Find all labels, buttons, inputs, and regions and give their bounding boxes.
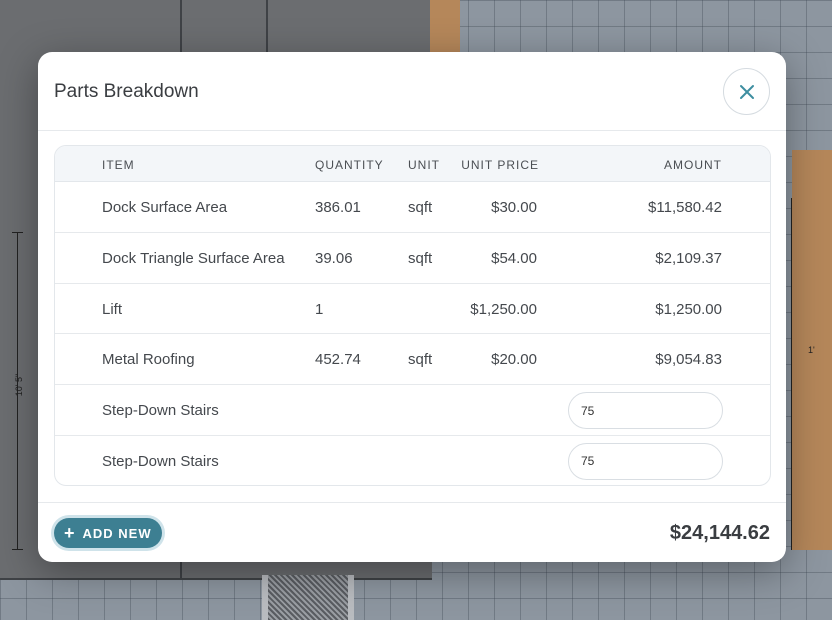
column-header-amount: AMOUNT (664, 158, 722, 172)
table-header-row: ITEM QUANTITY UNIT UNIT PRICE AMOUNT (55, 146, 770, 182)
plan-grate (262, 575, 354, 620)
dimension-line-right (791, 198, 792, 550)
add-new-label: ADD NEW (82, 525, 152, 541)
cell-unit-price: $54.00 (491, 249, 537, 267)
plus-icon: + (64, 523, 75, 543)
close-button[interactable] (723, 68, 770, 115)
parts-breakdown-modal: Parts Breakdown ITEM QUANTITY UNIT UNIT … (38, 52, 786, 562)
table-row: Dock Triangle Surface Area 39.06 sqft $5… (55, 233, 770, 284)
cell-unit: sqft (408, 199, 433, 216)
cell-unit-price: $1,250.00 (470, 300, 537, 318)
cell-item: Step-Down Stairs (102, 402, 219, 420)
cell-item: Lift (102, 300, 123, 318)
add-new-button[interactable]: + ADD NEW (54, 518, 162, 548)
cell-item: Dock Triangle Surface Area (102, 249, 285, 267)
plan-wood-section (430, 0, 460, 60)
cell-quantity: 452.74 (315, 351, 361, 369)
column-header-quantity: QUANTITY (315, 158, 384, 172)
cell-item: Step-Down Stairs (102, 452, 219, 470)
table-row: Metal Roofing 452.74 sqft $20.00 $9,054.… (55, 334, 770, 386)
cell-quantity: 1 (315, 300, 324, 318)
column-header-unit: UNIT (408, 158, 440, 172)
cell-unit-price: $20.00 (491, 351, 537, 369)
total-amount: $24,144.62 (669, 522, 770, 544)
cell-quantity: 39.06 (315, 249, 353, 267)
modal-title: Parts Breakdown (54, 81, 199, 102)
cell-amount: $2,109.37 (655, 249, 722, 267)
cell-item: Dock Surface Area (102, 199, 228, 216)
table-row: Step-Down Stairs (55, 385, 770, 436)
cell-amount: $11,580.42 (648, 199, 722, 216)
cell-unit: sqft (408, 249, 433, 267)
parts-table: ITEM QUANTITY UNIT UNIT PRICE AMOUNT Doc… (54, 145, 771, 486)
amount-input[interactable] (568, 442, 723, 480)
dimension-tick (12, 232, 23, 233)
plan-wall-line (0, 578, 432, 580)
modal-footer: + ADD NEW $24,144.62 (38, 502, 786, 562)
modal-header: Parts Breakdown (38, 52, 786, 131)
amount-input[interactable] (568, 392, 723, 430)
column-header-unit-price: UNIT PRICE (461, 158, 539, 172)
cell-item: Metal Roofing (102, 351, 195, 369)
cell-amount: $1,250.00 (655, 300, 722, 318)
table-row: Step-Down Stairs (55, 436, 770, 485)
table-row: Lift 1 $1,250.00 $1,250.00 (55, 284, 770, 335)
plan-wall-line (266, 0, 268, 52)
table-row: Dock Surface Area 386.01 sqft $30.00 $11… (55, 182, 770, 233)
dimension-label-right: 1' (808, 345, 815, 355)
close-icon (739, 84, 754, 99)
cell-quantity: 386.01 (315, 199, 361, 216)
cell-unit: sqft (408, 351, 433, 369)
column-header-item: ITEM (102, 158, 135, 172)
dimension-tick (12, 549, 23, 550)
dimension-label-left: 10' 5" (14, 373, 25, 397)
cell-amount: $9,054.83 (655, 351, 722, 369)
cell-unit-price: $30.00 (491, 199, 537, 216)
plan-wall-line (180, 0, 182, 52)
